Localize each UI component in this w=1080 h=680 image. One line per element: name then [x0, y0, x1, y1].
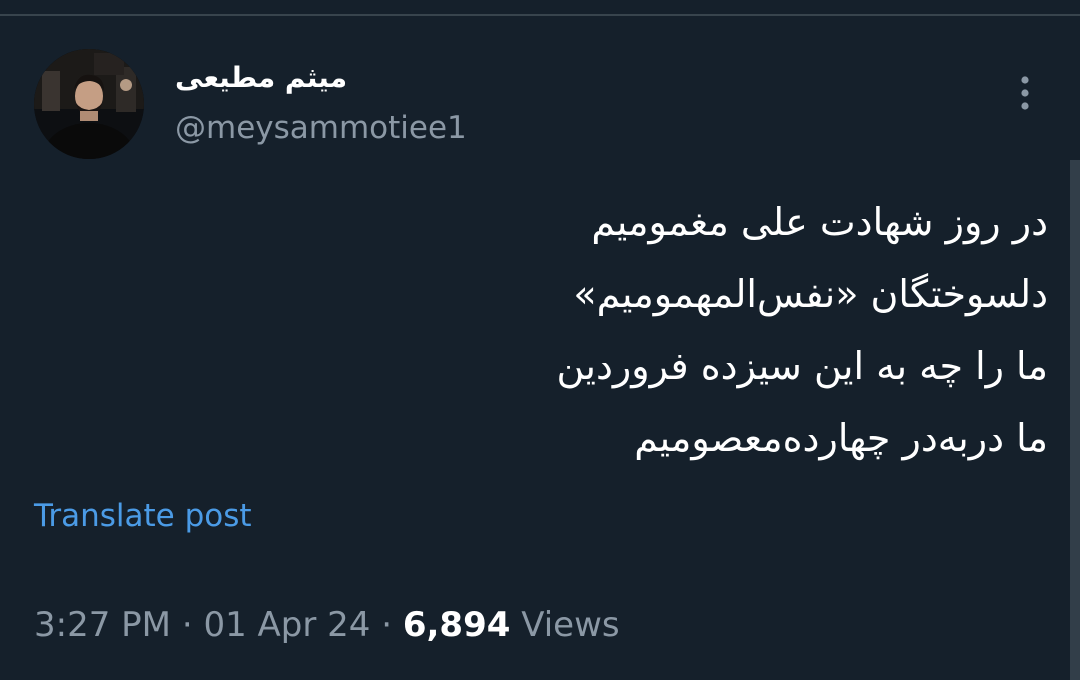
translate-post-link[interactable]: Translate post: [34, 494, 252, 538]
post-text-line: ما دربه‌در چهارده‌معصومیم: [634, 416, 1048, 460]
separator-dot: ·: [181, 605, 193, 645]
post-date[interactable]: 01 Apr 24: [203, 605, 370, 645]
three-dots-vertical-icon: [1021, 76, 1029, 110]
post-time[interactable]: 3:27 PM: [34, 605, 171, 645]
profile-photo-icon: [34, 49, 144, 159]
views-count: 6,894: [402, 605, 511, 645]
top-divider: [0, 14, 1080, 16]
post-text: در روز شهادت علی مغمومیم دلسوختگان «نفس‌…: [348, 186, 1048, 474]
author-handle[interactable]: @meysammotiee1: [175, 104, 467, 152]
post-text-line: ما را چه به این سیزده فروردین: [556, 344, 1048, 388]
post-text-line: در روز شهادت علی مغمومیم: [591, 200, 1048, 244]
separator-dot: ·: [381, 605, 393, 645]
post-metadata: 3:27 PM · 01 Apr 24 · 6,894 Views: [34, 600, 620, 650]
post-text-line: دلسوختگان «نفس‌المهمومیم»: [573, 272, 1048, 316]
views-label: Views: [521, 605, 620, 645]
author-display-name[interactable]: میثم مطیعی: [175, 58, 347, 98]
avatar[interactable]: [34, 49, 144, 159]
more-options-button[interactable]: [1004, 70, 1046, 116]
scrollbar[interactable]: [1070, 160, 1080, 680]
